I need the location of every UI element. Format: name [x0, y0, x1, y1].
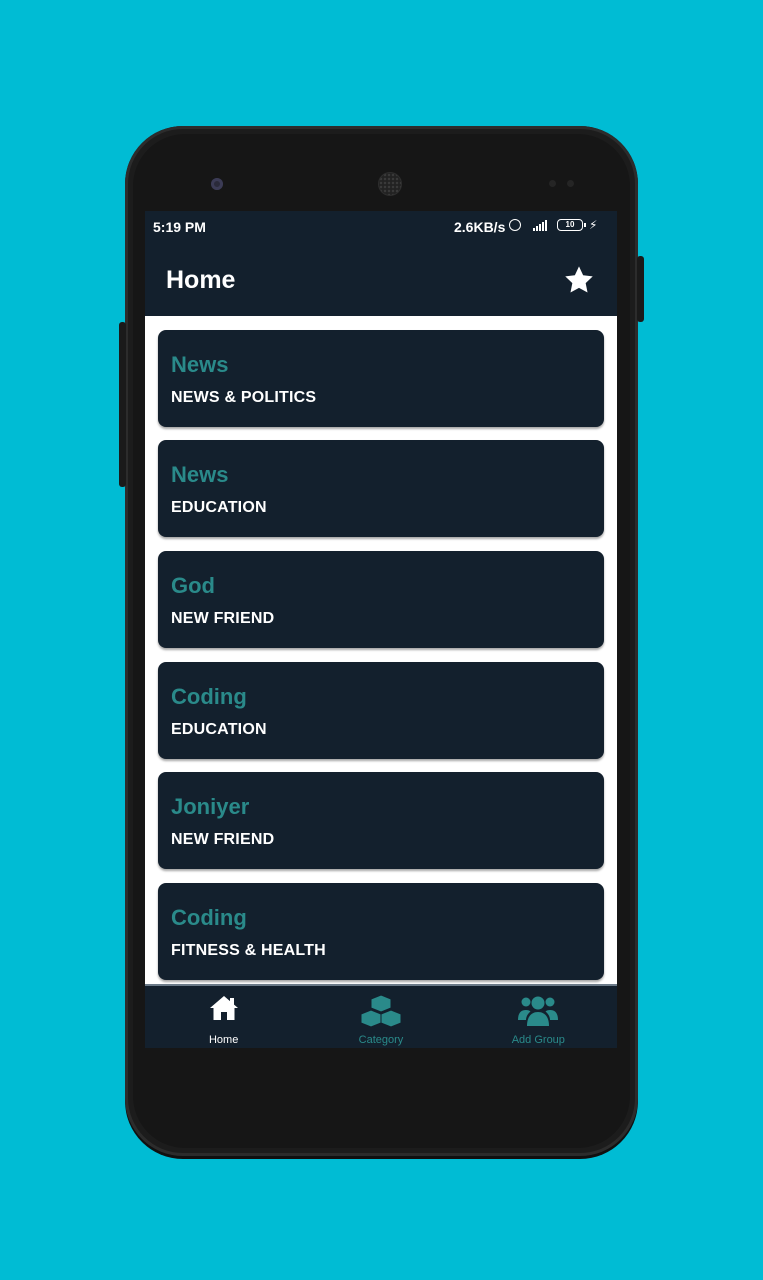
app-bar: Home	[145, 244, 617, 316]
light-sensor-icon	[567, 180, 574, 187]
group-category: FITNESS & HEALTH	[171, 942, 326, 959]
list-item[interactable]: God NEW FRIEND	[158, 551, 604, 648]
home-icon	[209, 996, 238, 1020]
page-title: Home	[166, 266, 236, 294]
users-icon	[518, 996, 559, 1026]
nav-add-group[interactable]: Add Group	[460, 986, 617, 1048]
power-button	[637, 256, 644, 322]
proximity-sensor-icon	[549, 180, 556, 187]
bottom-navigation: Home Category Add Group	[145, 984, 617, 1048]
charging-icon: ⚡	[589, 218, 598, 232]
alarm-icon	[509, 219, 521, 231]
network-speed: 2.6KB/s	[454, 219, 506, 235]
group-title: News	[171, 462, 229, 487]
nav-label: Category	[358, 1034, 404, 1046]
group-title: God	[171, 573, 215, 598]
group-title: Coding	[171, 684, 247, 709]
group-category: EDUCATION	[171, 499, 267, 516]
status-time: 5:19 PM	[153, 219, 206, 235]
list-item[interactable]: Coding FITNESS & HEALTH	[158, 883, 604, 980]
group-list[interactable]: News NEWS & POLITICS News EDUCATION God …	[145, 316, 617, 984]
group-category: EDUCATION	[171, 721, 267, 738]
list-item[interactable]: Joniyer NEW FRIEND	[158, 772, 604, 869]
volume-button	[119, 322, 126, 487]
app-screen: 5:19 PM 2.6KB/s 10 ⚡ Home News NEWS & PO…	[145, 211, 617, 1048]
front-camera-icon	[211, 178, 223, 190]
signal-icon	[533, 219, 547, 231]
status-icons: 10 ⚡	[509, 218, 597, 232]
star-icon[interactable]	[563, 264, 595, 296]
status-bar: 5:19 PM 2.6KB/s 10 ⚡	[145, 211, 617, 244]
list-item[interactable]: News EDUCATION	[158, 440, 604, 537]
nav-label: Home	[208, 1034, 239, 1046]
battery-icon: 10	[557, 219, 586, 231]
group-category: NEW FRIEND	[171, 831, 275, 848]
list-item[interactable]: Coding EDUCATION	[158, 662, 604, 759]
nav-label: Add Group	[511, 1034, 565, 1046]
earpiece-speaker-icon	[378, 172, 402, 196]
group-category: NEWS & POLITICS	[171, 389, 317, 406]
group-title: Coding	[171, 905, 247, 930]
list-item[interactable]: News NEWS & POLITICS	[158, 330, 604, 427]
group-title: News	[171, 352, 229, 377]
group-category: NEW FRIEND	[171, 610, 275, 627]
nav-category[interactable]: Category	[302, 986, 459, 1048]
group-title: Joniyer	[171, 794, 250, 819]
nav-home[interactable]: Home	[145, 986, 302, 1048]
cubes-icon	[360, 994, 402, 1028]
